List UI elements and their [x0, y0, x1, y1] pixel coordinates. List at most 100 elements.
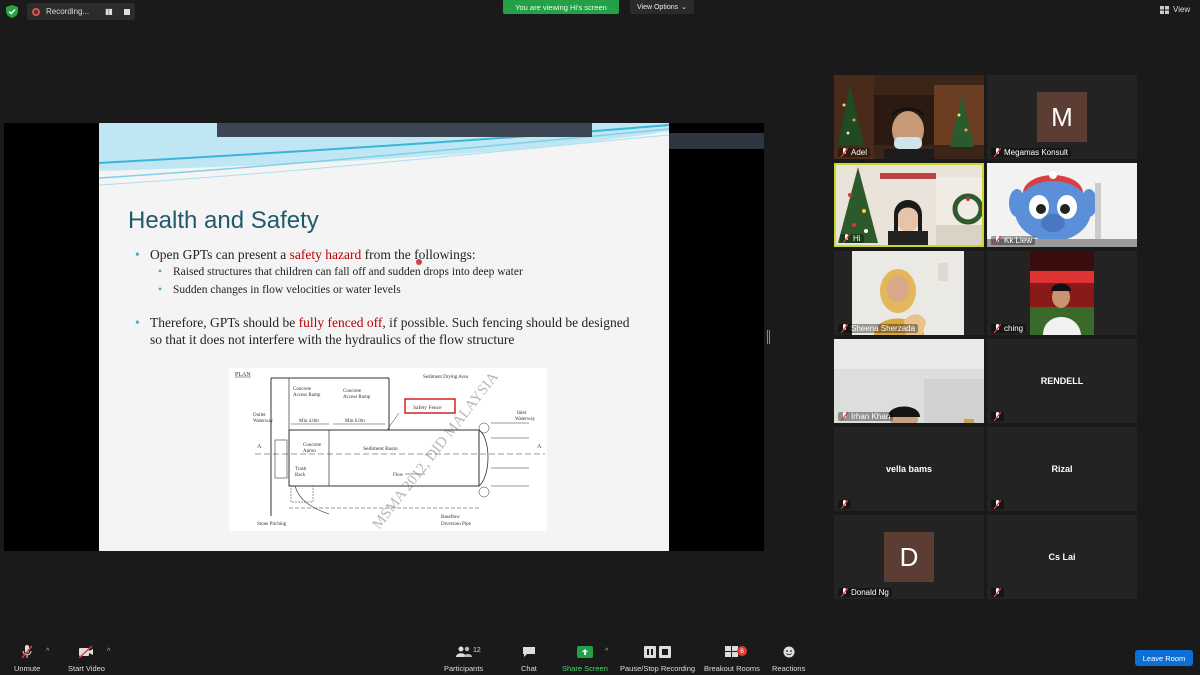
- viewing-banner: You are viewing Hi's screen: [503, 0, 619, 14]
- diagram-diversion-pipe-label: Diversion Pipe: [441, 522, 472, 527]
- sub-bullet-raised-structures: Raised structures that children can fall…: [135, 263, 635, 281]
- shield-check-icon[interactable]: [6, 5, 18, 18]
- bullet2-text: Therefore, GPTs should be: [150, 315, 299, 330]
- mic-muted-icon: [994, 412, 1001, 421]
- svg-text:Access Ramp: Access Ramp: [343, 395, 371, 400]
- participants-label: Participants: [444, 664, 484, 673]
- participant-tile-rendell[interactable]: RENDELL: [987, 339, 1137, 423]
- participant-tile-vella-bams[interactable]: vella bams: [834, 427, 984, 511]
- diagram-trash-label: Trash: [295, 467, 307, 472]
- mic-muted-icon: [841, 324, 848, 333]
- participant-tile-kk-liew[interactable]: Kk Liew: [987, 163, 1137, 247]
- breakout-rooms-badge: 6: [737, 646, 747, 656]
- chat-button[interactable]: Chat: [521, 645, 537, 673]
- view-button[interactable]: View: [1160, 5, 1190, 14]
- unmute-button[interactable]: Unmute: [14, 645, 40, 673]
- video-feed: [834, 339, 984, 423]
- share-screen-label: Share Screen: [562, 664, 608, 673]
- presenter-toolbar-strip: [217, 123, 592, 137]
- diagram-stone-pitching-label: Stone Pitching: [257, 522, 287, 527]
- participant-status: [991, 500, 1004, 509]
- pause-recording-icon[interactable]: ▮▮: [105, 7, 113, 16]
- svg-text:Concrete: Concrete: [343, 389, 362, 394]
- diagram-section-a-right: A: [537, 444, 542, 450]
- reactions-label: Reactions: [772, 664, 806, 673]
- share-screen-button[interactable]: Share Screen: [562, 645, 608, 673]
- video-feed: [836, 165, 982, 245]
- mic-muted-icon: [994, 588, 1001, 597]
- sub-bullet-flow-changes: Sudden changes in flow velocities or wat…: [135, 281, 635, 299]
- participant-name: Donald Ng: [838, 588, 892, 597]
- video-feed: [834, 75, 984, 159]
- diagram-concrete-label: Concrete: [293, 387, 312, 392]
- start-video-button[interactable]: Start Video: [68, 645, 105, 673]
- avatar: M: [1037, 92, 1087, 142]
- participant-name: Kk Liew: [991, 236, 1036, 245]
- view-options-label: View Options: [637, 3, 679, 11]
- diagram-outlet-waterway-label: Waterway: [253, 419, 274, 424]
- split-resize-handle[interactable]: [767, 330, 770, 344]
- stop-recording-icon[interactable]: [123, 8, 130, 15]
- mic-muted-icon: [994, 500, 1001, 509]
- chevron-down-icon: ⌄: [681, 4, 687, 11]
- mic-muted-icon: [841, 148, 848, 157]
- video-feed: [987, 251, 1137, 335]
- participant-tile-donald-ng[interactable]: D Donald Ng: [834, 515, 984, 599]
- diagram-safety-fence-label: Safety Fence: [413, 404, 442, 411]
- reactions-button[interactable]: Reactions: [772, 645, 805, 673]
- chat-bubble-icon: [522, 645, 536, 659]
- participant-tile-megamas-konsult[interactable]: M Megamas Konsult: [987, 75, 1137, 159]
- participant-name: Adel: [838, 148, 871, 157]
- diagram-access-ramp-label: Access Ramp: [293, 393, 321, 398]
- start-video-label: Start Video: [68, 664, 105, 673]
- breakout-rooms-button[interactable]: Breakout Rooms: [704, 645, 760, 673]
- microphone-muted-icon: [21, 645, 33, 659]
- participant-display-name: RENDELL: [1040, 376, 1084, 386]
- video-feed: [834, 251, 984, 335]
- participant-display-name: Rizal: [1051, 464, 1073, 474]
- participant-tile-irhan-khan[interactable]: Irhan Khan: [834, 339, 984, 423]
- participant-display-name: Cs Lai: [1048, 552, 1076, 562]
- participant-status: [991, 588, 1004, 597]
- diagram-sediment-basin-label: Sediment Basin: [363, 446, 398, 452]
- breakout-rooms-label: Breakout Rooms: [704, 664, 760, 673]
- participant-tile-cs-lai[interactable]: Cs Lai: [987, 515, 1137, 599]
- participant-tile-sheena-sherzada[interactable]: Sheena Sherzada: [834, 251, 984, 335]
- mic-muted-icon: [994, 324, 1001, 333]
- audio-options-caret-icon[interactable]: ^: [46, 648, 49, 655]
- participant-tile-hi[interactable]: Hi: [834, 163, 984, 247]
- share-screen-arrow-icon: [576, 645, 593, 659]
- participant-tile-adel[interactable]: Adel: [834, 75, 984, 159]
- record-dot-icon: [32, 7, 40, 16]
- participant-tile-rizal[interactable]: Rizal: [987, 427, 1137, 511]
- mic-muted-icon: [994, 236, 1001, 245]
- diagram-baseflow-label: Baseflow: [441, 515, 460, 520]
- participant-name: Irhan Khan: [838, 412, 894, 421]
- view-options-button[interactable]: View Options ⌄: [630, 0, 694, 14]
- recording-indicator[interactable]: Recording... ▮▮: [27, 3, 135, 20]
- pointer-cursor-icon: [416, 259, 422, 265]
- leave-room-button[interactable]: Leave Room: [1135, 650, 1193, 666]
- participant-name: Sheena Sherzada: [838, 324, 919, 333]
- pause-stop-recording-label: Pause/Stop Recording: [620, 664, 696, 673]
- chat-label: Chat: [521, 664, 537, 673]
- bullet-safety-hazard: Open GPTs can present a safety hazard fr…: [135, 246, 635, 263]
- mic-muted-icon: [841, 500, 848, 509]
- presentation-slide: Health and Safety Open GPTs can present …: [99, 123, 669, 551]
- slide-body: Open GPTs can present a safety hazard fr…: [135, 246, 635, 348]
- shared-window-strip: [669, 133, 764, 149]
- mic-muted-icon: [843, 234, 850, 243]
- mic-muted-icon: [841, 412, 848, 421]
- video-options-caret-icon[interactable]: ^: [107, 648, 110, 655]
- mic-muted-icon: [841, 588, 848, 597]
- video-feed: [987, 163, 1137, 247]
- gpt-plan-diagram: PLAN Concrete Access Ramp Concrete Acces…: [229, 368, 547, 531]
- diagram-outlet-label: Outlet: [253, 413, 266, 418]
- diagram-inlet-label: Inlet: [517, 411, 527, 416]
- pause-stop-recording-button[interactable]: Pause/Stop Recording: [620, 645, 695, 673]
- participant-tile-ching[interactable]: ching: [987, 251, 1137, 335]
- share-options-caret-icon[interactable]: ^: [605, 648, 608, 655]
- bullet-fencing: Therefore, GPTs should be fully fenced o…: [135, 314, 635, 348]
- participants-icon: [455, 645, 472, 659]
- smiley-reaction-icon: [783, 645, 795, 659]
